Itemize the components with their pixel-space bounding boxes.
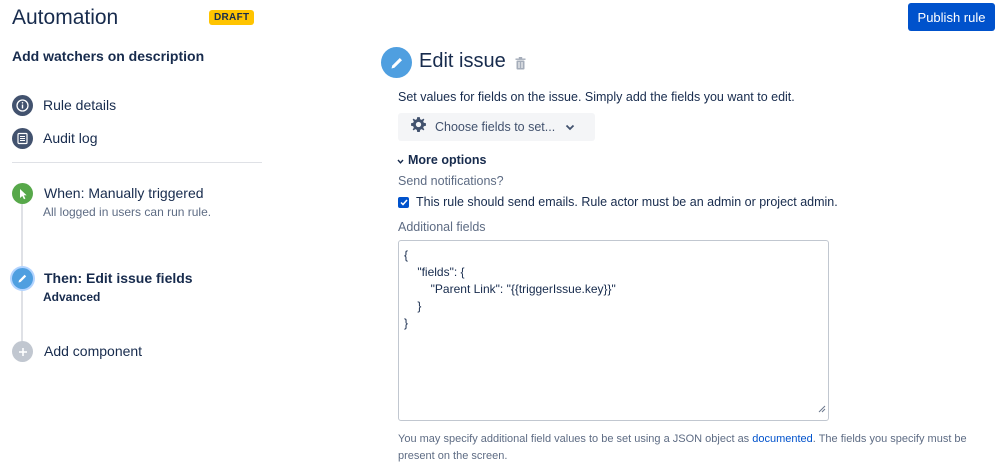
rule-details-link[interactable]: Rule details — [12, 94, 116, 116]
trigger-step-title: When: Manually triggered — [44, 185, 204, 201]
rule-details-label: Rule details — [43, 97, 117, 113]
additional-fields-value: { "fields": { "Parent Link": "{{triggerI… — [404, 248, 616, 330]
add-component-step[interactable]: Add component — [12, 341, 212, 363]
edit-issue-title: Edit issue — [419, 50, 506, 72]
choose-fields-dropdown[interactable]: Choose fields to set... — [398, 113, 595, 141]
list-icon — [12, 127, 33, 149]
resize-handle-icon[interactable] — [818, 401, 826, 418]
edit-issue-pencil-icon — [381, 47, 412, 78]
send-notifications-label: Send notifications? — [398, 174, 504, 188]
trigger-step[interactable]: When: Manually triggered All logged in u… — [12, 183, 252, 223]
gear-icon — [410, 116, 427, 138]
draft-badge: DRAFT — [209, 10, 255, 25]
audit-log-label: Audit log — [43, 130, 98, 146]
pencil-icon — [12, 268, 33, 289]
more-options-label: More options — [408, 153, 487, 167]
pointer-icon — [12, 183, 33, 204]
publish-rule-button[interactable]: Publish rule — [908, 3, 995, 31]
page-title: Automation — [12, 6, 119, 29]
trash-icon[interactable] — [515, 57, 526, 75]
chevron-down-icon — [565, 118, 575, 136]
action-step-title: Then: Edit issue fields — [44, 270, 193, 286]
send-notifications-checkbox[interactable] — [398, 196, 409, 208]
send-notifications-row[interactable]: This rule should send emails. Rule actor… — [398, 195, 838, 209]
audit-log-link[interactable]: Audit log — [12, 127, 97, 149]
info-icon — [12, 94, 33, 116]
additional-fields-textarea[interactable]: { "fields": { "Parent Link": "{{triggerI… — [398, 240, 829, 421]
add-component-label: Add component — [44, 343, 143, 359]
send-notifications-text: This rule should send emails. Rule actor… — [416, 195, 838, 209]
additional-fields-label: Additional fields — [398, 220, 486, 234]
plus-icon — [12, 341, 33, 362]
action-step[interactable]: Then: Edit issue fields Advanced — [12, 268, 252, 308]
choose-fields-label: Choose fields to set... — [435, 120, 556, 134]
rule-name: Add watchers on description — [12, 48, 205, 64]
action-step-subtitle: Advanced — [43, 290, 101, 304]
edit-issue-description: Set values for fields on the issue. Simp… — [398, 90, 795, 104]
additional-fields-help: You may specify additional field values … — [398, 433, 967, 462]
documented-link[interactable]: documented — [752, 433, 813, 445]
chevron-down-icon — [397, 153, 404, 167]
sidebar-divider — [12, 162, 262, 163]
trigger-step-subtitle: All logged in users can run rule. — [43, 205, 212, 219]
more-options-toggle[interactable]: More options — [397, 153, 486, 167]
